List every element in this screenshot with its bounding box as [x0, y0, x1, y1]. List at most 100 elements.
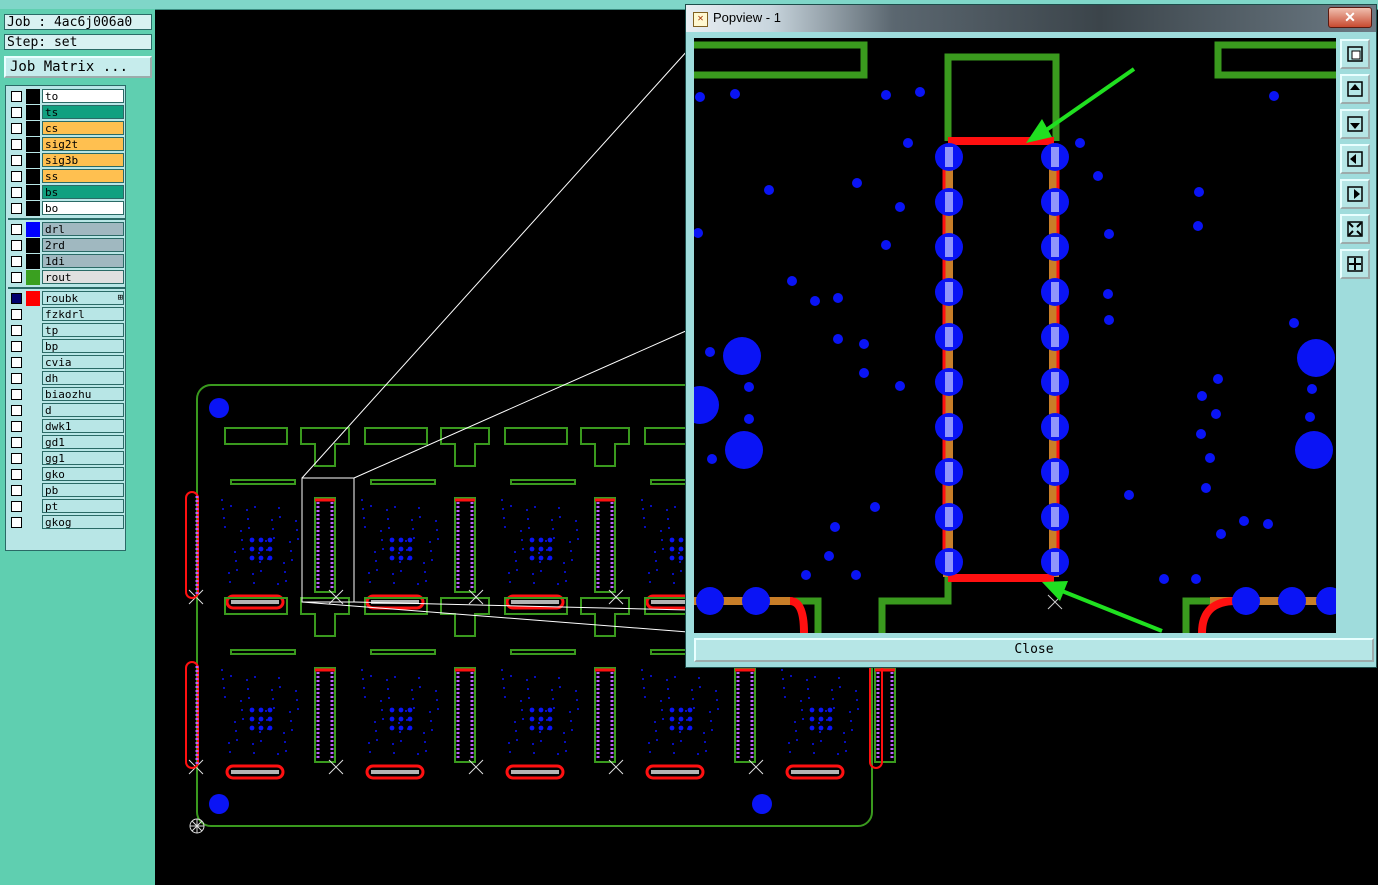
layer-checkbox[interactable] — [11, 453, 22, 464]
layer-color-swatch[interactable] — [26, 387, 40, 402]
pan-right-button[interactable] — [1340, 179, 1370, 209]
layer-row[interactable]: bo — [8, 201, 125, 216]
layer-row[interactable]: tp — [8, 323, 125, 338]
popview-window[interactable]: ✕ Popview - 1 ✕ Close — [685, 4, 1377, 668]
layer-row[interactable]: ss — [8, 169, 125, 184]
layer-checkbox[interactable] — [11, 91, 22, 102]
layer-name[interactable]: ss — [42, 169, 124, 183]
layer-name[interactable]: gg1 — [42, 451, 124, 465]
layer-color-swatch[interactable] — [26, 222, 40, 237]
layer-color-swatch[interactable] — [26, 467, 40, 482]
layer-color-swatch[interactable] — [26, 201, 40, 216]
layer-checkbox[interactable] — [11, 405, 22, 416]
layer-name[interactable]: d — [42, 403, 124, 417]
layer-row[interactable]: biaozhu — [8, 387, 125, 402]
layer-name[interactable]: rout — [42, 270, 124, 284]
layer-color-swatch[interactable] — [26, 483, 40, 498]
layer-name[interactable]: bo — [42, 201, 124, 215]
layer-checkbox[interactable] — [11, 501, 22, 512]
layer-color-swatch[interactable] — [26, 515, 40, 530]
layer-color-swatch[interactable] — [26, 339, 40, 354]
layer-checkbox[interactable] — [11, 139, 22, 150]
job-matrix-button[interactable]: Job Matrix ... — [4, 56, 152, 78]
layer-name[interactable]: pb — [42, 483, 124, 497]
layer-row[interactable]: 1di — [8, 254, 125, 269]
layer-name[interactable]: gd1 — [42, 435, 124, 449]
layer-checkbox[interactable] — [11, 421, 22, 432]
layer-checkbox[interactable] — [11, 341, 22, 352]
pan-left-button[interactable] — [1340, 144, 1370, 174]
layer-color-swatch[interactable] — [26, 403, 40, 418]
layer-row[interactable]: bp — [8, 339, 125, 354]
layer-color-swatch[interactable] — [26, 270, 40, 285]
layer-row[interactable]: cvia — [8, 355, 125, 370]
window-close-button[interactable]: ✕ — [1328, 7, 1372, 28]
layer-color-swatch[interactable] — [26, 169, 40, 184]
layer-color-swatch[interactable] — [26, 153, 40, 168]
layer-checkbox[interactable] — [11, 155, 22, 166]
layer-checkbox[interactable] — [11, 187, 22, 198]
layer-checkbox[interactable] — [11, 485, 22, 496]
layer-checkbox[interactable] — [11, 373, 22, 384]
zoom-out-button[interactable] — [1340, 249, 1370, 279]
layer-row[interactable]: 2rd — [8, 238, 125, 253]
expand-icon[interactable]: ⊞ — [118, 294, 123, 303]
layer-color-swatch[interactable] — [26, 499, 40, 514]
layer-name[interactable]: tp — [42, 323, 124, 337]
layer-checkbox[interactable] — [11, 309, 22, 320]
layer-name[interactable]: bs — [42, 185, 124, 199]
layer-row[interactable]: fzkdrl — [8, 307, 125, 322]
layer-checkbox[interactable] — [11, 240, 22, 251]
layer-name[interactable]: roubk — [42, 291, 124, 305]
layer-row[interactable]: gg1 — [8, 451, 125, 466]
layer-checkbox[interactable] — [11, 224, 22, 235]
zoom-window-button[interactable] — [1340, 39, 1370, 69]
layer-color-swatch[interactable] — [26, 323, 40, 338]
layer-color-swatch[interactable] — [26, 137, 40, 152]
layer-row[interactable]: d — [8, 403, 125, 418]
pan-up-button[interactable] — [1340, 74, 1370, 104]
layer-color-swatch[interactable] — [26, 121, 40, 136]
layer-name[interactable]: dwk1 — [42, 419, 124, 433]
layer-checkbox[interactable] — [11, 256, 22, 267]
layer-row[interactable]: dh — [8, 371, 125, 386]
zoom-view-canvas[interactable] — [694, 38, 1336, 633]
layer-name[interactable]: dh — [42, 371, 124, 385]
zoom-in-button[interactable] — [1340, 214, 1370, 244]
layer-color-swatch[interactable] — [26, 254, 40, 269]
layer-color-swatch[interactable] — [26, 307, 40, 322]
layer-checkbox[interactable] — [11, 437, 22, 448]
layer-row[interactable]: drl — [8, 222, 125, 237]
layer-color-swatch[interactable] — [26, 185, 40, 200]
layer-row[interactable]: ts — [8, 105, 125, 120]
popview-titlebar[interactable]: ✕ Popview - 1 ✕ — [686, 5, 1376, 32]
layer-name[interactable]: fzkdrl — [42, 307, 124, 321]
layer-name[interactable]: 2rd — [42, 238, 124, 252]
layer-color-swatch[interactable] — [26, 238, 40, 253]
layer-name[interactable]: ts — [42, 105, 124, 119]
layer-checkbox[interactable] — [11, 325, 22, 336]
layer-checkbox[interactable] — [11, 389, 22, 400]
layer-color-swatch[interactable] — [26, 451, 40, 466]
layer-row[interactable]: gd1 — [8, 435, 125, 450]
close-button[interactable]: Close — [694, 638, 1374, 662]
layer-checkbox[interactable] — [11, 171, 22, 182]
layer-name[interactable]: gkog — [42, 515, 124, 529]
layer-name[interactable]: pt — [42, 499, 124, 513]
layer-row[interactable]: pb — [8, 483, 125, 498]
layer-checkbox[interactable] — [11, 357, 22, 368]
layer-checkbox[interactable] — [11, 203, 22, 214]
layer-row[interactable]: gko — [8, 467, 125, 482]
layer-checkbox[interactable] — [11, 293, 22, 304]
layer-color-swatch[interactable] — [26, 419, 40, 434]
layer-name[interactable]: gko — [42, 467, 124, 481]
layer-checkbox[interactable] — [11, 123, 22, 134]
layer-name[interactable]: bp — [42, 339, 124, 353]
layer-name[interactable]: biaozhu — [42, 387, 124, 401]
layer-name[interactable]: sig2t — [42, 137, 124, 151]
layer-row[interactable]: gkog — [8, 515, 125, 530]
layer-checkbox[interactable] — [11, 272, 22, 283]
layer-color-swatch[interactable] — [26, 371, 40, 386]
layer-color-swatch[interactable] — [26, 291, 40, 306]
layer-color-swatch[interactable] — [26, 89, 40, 104]
